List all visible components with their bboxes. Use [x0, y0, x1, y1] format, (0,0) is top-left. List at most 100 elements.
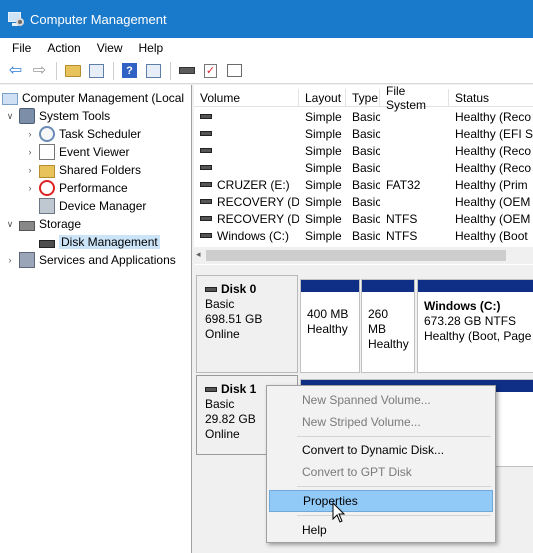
- list-button[interactable]: [223, 60, 246, 82]
- partition-bar: [362, 280, 414, 292]
- column-header-volume[interactable]: Volume: [194, 89, 299, 107]
- back-button[interactable]: ⇦: [4, 60, 27, 82]
- horizontal-scrollbar[interactable]: ◂: [194, 247, 533, 264]
- up-button[interactable]: [61, 60, 84, 82]
- connect-disk-button[interactable]: [175, 60, 198, 82]
- toolbar-separator: [170, 61, 171, 80]
- chevron-right-icon[interactable]: ›: [24, 129, 36, 139]
- chevron-down-icon[interactable]: ∨: [4, 111, 16, 122]
- volume-row[interactable]: RECOVERY (D:) Simple Basic Healthy (OEM: [194, 193, 533, 210]
- volume-layout: Simple: [305, 109, 342, 124]
- tree-item-task-scheduler[interactable]: › Task Scheduler: [24, 125, 141, 143]
- volume-file-system: [380, 159, 449, 176]
- volume-type: Basic: [352, 126, 380, 141]
- menu-new-spanned-volume[interactable]: New Spanned Volume...: [269, 389, 493, 411]
- disk-0-card[interactable]: Disk 0 Basic 698.51 GB Online: [196, 275, 298, 373]
- tree-item-performance[interactable]: › Performance: [24, 179, 128, 197]
- properties-icon: [146, 63, 161, 78]
- volume-status: Healthy (EFI S: [455, 126, 533, 141]
- tree-item-services[interactable]: › Services and Applications: [4, 251, 176, 269]
- services-icon: [19, 252, 35, 268]
- menu-file[interactable]: File: [4, 41, 39, 55]
- column-header-type[interactable]: Type: [346, 89, 380, 107]
- menu-help-item[interactable]: Help: [269, 519, 493, 541]
- tree-item-shared-folders[interactable]: › Shared Folders: [24, 161, 141, 179]
- chevron-right-icon[interactable]: ›: [24, 165, 36, 175]
- menu-help[interactable]: Help: [131, 41, 172, 55]
- tree-item-label: Task Scheduler: [59, 127, 142, 141]
- menu-action[interactable]: Action: [39, 41, 88, 55]
- volume-status: Healthy (Boot: [455, 228, 528, 243]
- disk-name: Disk 1: [221, 382, 257, 396]
- volume-icon: [200, 199, 212, 204]
- partition-windows[interactable]: Windows (C:) 673.28 GB NTFS Healthy (Boo…: [417, 279, 533, 373]
- shared-folder-icon: [39, 164, 55, 178]
- volume-file-system: NTFS: [386, 228, 418, 243]
- menu-properties[interactable]: Properties: [269, 490, 493, 512]
- navigation-tree: Computer Management (Local ∨ System Tool…: [0, 85, 192, 553]
- properties-button[interactable]: [142, 60, 165, 82]
- partition-recovery[interactable]: 400 MB Healthy: [300, 279, 360, 373]
- column-header-status[interactable]: Status: [449, 89, 533, 107]
- tree-item-label: Computer Management (Local: [22, 91, 185, 105]
- check-icon: ✓: [204, 63, 217, 78]
- help-button[interactable]: ?: [118, 60, 141, 82]
- check-button[interactable]: ✓: [199, 60, 222, 82]
- volume-type: Basic: [352, 211, 380, 226]
- up-folder-icon: [64, 64, 81, 77]
- help-icon: ?: [122, 63, 137, 78]
- volume-name: RECOVERY (D:): [217, 194, 299, 209]
- device-manager-icon: [39, 198, 55, 214]
- tree-item-system-tools[interactable]: ∨ System Tools: [4, 107, 110, 125]
- forward-button[interactable]: ⇨: [28, 60, 51, 82]
- menu-new-striped-volume[interactable]: New Striped Volume...: [269, 411, 493, 433]
- volume-row[interactable]: Simple Basic Healthy (Reco: [194, 159, 533, 176]
- event-viewer-icon: [39, 144, 55, 160]
- tree-item-label: Performance: [59, 181, 128, 195]
- partition-status: Healthy: [307, 322, 348, 336]
- menu-convert-gpt-disk[interactable]: Convert to GPT Disk: [269, 461, 493, 483]
- tree-item-disk-management[interactable]: Disk Management: [39, 233, 160, 251]
- show-hide-tree-button[interactable]: [85, 60, 108, 82]
- tree-item-label: Disk Management: [59, 235, 160, 249]
- chevron-down-icon[interactable]: ∨: [4, 219, 16, 230]
- volume-file-system: NTFS: [386, 211, 418, 226]
- tree-item-storage[interactable]: ∨ Storage: [4, 215, 81, 233]
- volume-layout: Simple: [305, 228, 342, 243]
- chevron-right-icon[interactable]: ›: [24, 183, 36, 193]
- volume-layout: Simple: [305, 211, 342, 226]
- volume-status: Healthy (Reco: [455, 109, 532, 124]
- volume-row[interactable]: Simple Basic Healthy (Reco: [194, 142, 533, 159]
- chevron-right-icon[interactable]: ›: [24, 147, 36, 157]
- tree-item-label: Event Viewer: [59, 145, 130, 159]
- volume-row[interactable]: RECOVERY (D:) Simple Basic NTFS Healthy …: [194, 210, 533, 227]
- volume-row[interactable]: CRUZER (E:) Simple Basic FAT32 Healthy (…: [194, 176, 533, 193]
- partition-size: 400 MB: [307, 307, 349, 321]
- partition-size: 673.28 GB NTFS: [424, 314, 517, 328]
- menu-separator: [297, 515, 491, 516]
- partition-bar: [301, 280, 359, 292]
- volume-file-system: [380, 193, 449, 210]
- tree-item-device-manager[interactable]: Device Manager: [39, 197, 146, 215]
- volume-row[interactable]: Windows (C:) Simple Basic NTFS Healthy (…: [194, 227, 533, 244]
- volume-file-system: [380, 142, 449, 159]
- volume-row[interactable]: Simple Basic Healthy (Reco: [194, 108, 533, 125]
- volume-row[interactable]: Simple Basic Healthy (EFI S: [194, 125, 533, 142]
- partition-bar: [418, 280, 533, 292]
- scroll-left-icon[interactable]: ◂: [196, 249, 201, 260]
- disk-type: Basic: [205, 297, 235, 311]
- column-header-file-system[interactable]: File System: [380, 85, 449, 112]
- tree-item-computer-management[interactable]: Computer Management (Local: [2, 89, 184, 107]
- computer-management-icon: [8, 11, 24, 27]
- scrollbar-thumb[interactable]: [206, 250, 506, 261]
- column-header-layout[interactable]: Layout: [299, 89, 346, 107]
- partition-efi[interactable]: 260 MB Healthy: [361, 279, 415, 373]
- menu-view[interactable]: View: [89, 41, 131, 55]
- partition-status: Healthy: [368, 337, 409, 351]
- volume-status: Healthy (Prim: [455, 177, 528, 192]
- forward-arrow-icon: ⇨: [32, 61, 47, 79]
- tree-item-label: System Tools: [39, 109, 111, 123]
- chevron-right-icon[interactable]: ›: [4, 255, 16, 265]
- menu-convert-dynamic-disk[interactable]: Convert to Dynamic Disk...: [269, 439, 493, 461]
- tree-item-event-viewer[interactable]: › Event Viewer: [24, 143, 129, 161]
